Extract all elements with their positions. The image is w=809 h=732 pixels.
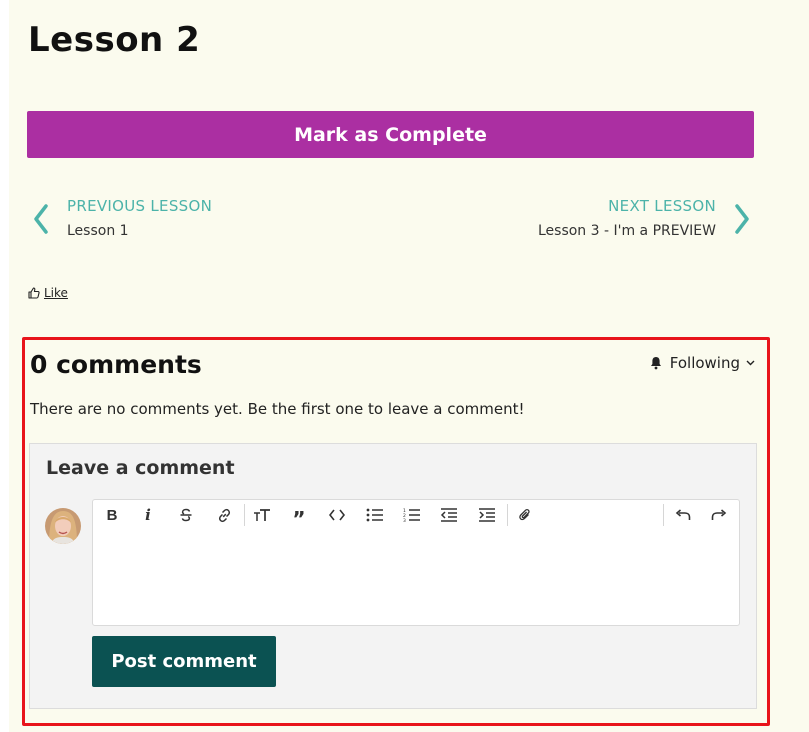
following-label: Following <box>669 354 740 372</box>
svg-text:3: 3 <box>403 518 406 522</box>
italic-icon[interactable]: i <box>135 503 161 527</box>
toolbar-divider <box>663 504 664 526</box>
post-comment-button[interactable]: Post comment <box>92 636 276 687</box>
toolbar-divider <box>507 504 508 526</box>
like-button[interactable]: Like <box>28 286 68 300</box>
chevron-right-icon <box>730 201 754 237</box>
strikethrough-icon[interactable] <box>173 503 199 527</box>
page-title: Lesson 2 <box>28 20 201 60</box>
avatar <box>45 508 81 544</box>
previous-lesson-link[interactable]: PREVIOUS LESSON Lesson 1 <box>29 196 212 241</box>
text-size-icon[interactable] <box>249 503 275 527</box>
next-lesson-link[interactable]: NEXT LESSON Lesson 3 - I'm a PREVIEW <box>538 196 754 241</box>
editor-toolbar: B i ” 1 2 3 <box>93 500 739 530</box>
link-icon[interactable] <box>211 503 237 527</box>
outdent-icon[interactable] <box>436 503 462 527</box>
bold-icon[interactable]: B <box>99 503 125 527</box>
bell-icon <box>650 356 662 370</box>
comments-section: 0 comments Following There are no commen… <box>22 337 770 726</box>
following-dropdown[interactable]: Following <box>650 354 755 372</box>
previous-lesson-title: Lesson 1 <box>67 223 129 239</box>
next-lesson-title: Lesson 3 - I'm a PREVIEW <box>537 223 716 239</box>
attachment-icon[interactable] <box>512 503 538 527</box>
chevron-left-icon <box>29 201 53 237</box>
comments-count: 0 comments <box>30 350 202 379</box>
code-icon[interactable] <box>324 503 350 527</box>
numbered-list-icon[interactable]: 123 <box>398 503 424 527</box>
quote-icon[interactable]: ” <box>286 503 312 529</box>
like-label: Like <box>44 286 68 300</box>
toolbar-divider <box>244 504 245 526</box>
empty-comments-message: There are no comments yet. Be the first … <box>30 400 525 418</box>
lesson-page: Lesson 2 Mark as Complete PREVIOUS LESSO… <box>9 0 809 732</box>
mark-complete-button[interactable]: Mark as Complete <box>27 111 754 158</box>
indent-icon[interactable] <box>474 503 500 527</box>
undo-icon[interactable] <box>670 503 696 527</box>
next-lesson-kicker: NEXT LESSON <box>608 197 716 215</box>
thumbs-up-icon <box>28 287 40 299</box>
redo-icon[interactable] <box>706 503 732 527</box>
comment-form-title: Leave a comment <box>46 457 235 479</box>
previous-lesson-kicker: PREVIOUS LESSON <box>67 197 213 215</box>
comment-editor[interactable]: B i ” 1 2 3 <box>92 499 740 626</box>
bullet-list-icon[interactable] <box>361 503 387 527</box>
chevron-down-icon <box>746 360 755 366</box>
comment-form: Leave a comment B i ” 1 2 3 Post comment <box>29 443 757 709</box>
